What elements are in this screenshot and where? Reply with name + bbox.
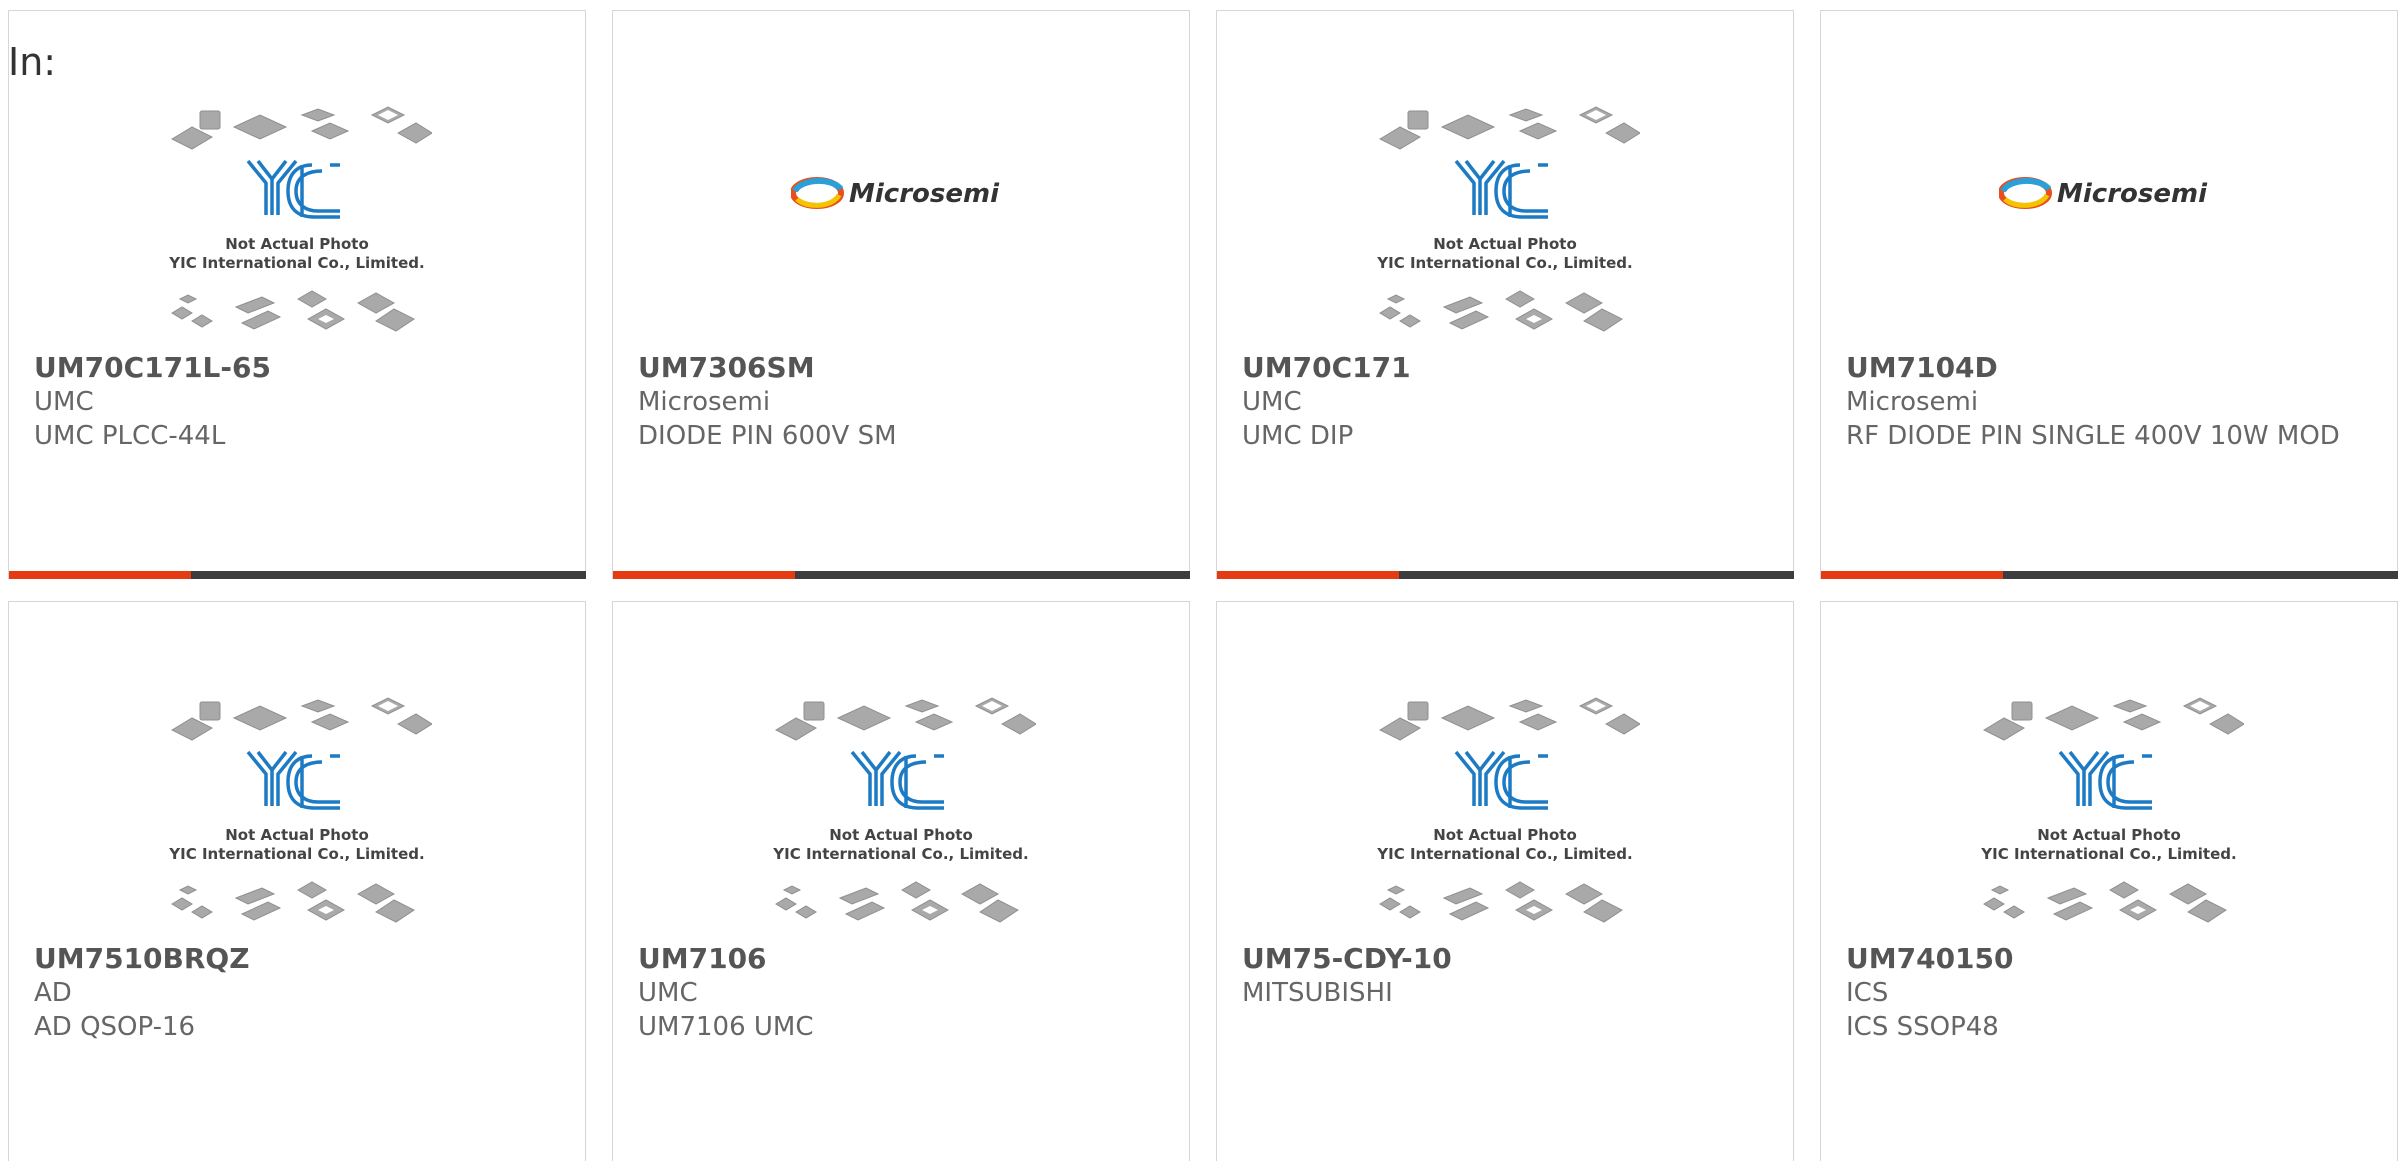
product-card[interactable]: Microsemi UM7306SM Microsemi DIODE PIN 600…: [612, 10, 1190, 579]
product-grid: Not Actual Photo YIC International Co., …: [8, 10, 2400, 1161]
part-number-link[interactable]: UM7104D: [1846, 351, 2372, 385]
microsemi-logo-image: Microsemi: [791, 177, 1000, 209]
product-info: UM75-CDY-10 MITSUBISHI: [1242, 942, 1768, 1010]
product-thumbnail[interactable]: Not Actual Photo YIC International Co., …: [613, 690, 1189, 952]
card-bottom-bar: [1217, 571, 1794, 579]
card-accent-bar: [9, 571, 191, 579]
card-accent-bar: [613, 571, 795, 579]
part-number-link[interactable]: UM70C171L-65: [34, 351, 560, 385]
product-card[interactable]: Not Actual Photo YIC International Co., …: [1820, 601, 2398, 1161]
part-number-link[interactable]: UM740150: [1846, 942, 2372, 976]
manufacturer-name: MITSUBISHI: [1242, 978, 1393, 1008]
placeholder-caption-line1: Not Actual Photo: [225, 826, 369, 844]
product-description: ICS SSOP48: [1846, 1012, 1999, 1042]
placeholder-caption-line2: YIC International Co., Limited.: [1980, 845, 2236, 863]
part-number-link[interactable]: UM75-CDY-10: [1242, 942, 1768, 976]
card-bottom-bar: [1821, 571, 2398, 579]
product-info: UM7510BRQZ AD AD QSOP-16: [34, 942, 560, 1044]
manufacturer-name: Microsemi: [1846, 387, 1979, 417]
product-card[interactable]: Not Actual Photo YIC International Co., …: [612, 601, 1190, 1161]
product-info: UM740150 ICS ICS SSOP48: [1846, 942, 2372, 1044]
product-thumbnail[interactable]: Not Actual Photo YIC International Co., …: [1217, 690, 1793, 952]
product-description: RF DIODE PIN SINGLE 400V 10W MOD: [1846, 421, 2340, 451]
product-description: UM7106 UMC: [638, 1012, 814, 1042]
placeholder-caption-line1: Not Actual Photo: [1433, 235, 1577, 253]
product-thumbnail[interactable]: Microsemi: [1821, 99, 2397, 361]
placeholder-caption-line2: YIC International Co., Limited.: [772, 845, 1028, 863]
product-thumbnail[interactable]: Not Actual Photo YIC International Co., …: [1821, 690, 2397, 952]
product-card[interactable]: Not Actual Photo YIC International Co., …: [8, 601, 586, 1161]
placeholder-caption-line1: Not Actual Photo: [2037, 826, 2181, 844]
microsemi-logo-text: Microsemi: [849, 179, 1000, 209]
placeholder-caption-line1: Not Actual Photo: [1433, 826, 1577, 844]
product-info: UM7104D Microsemi RF DIODE PIN SINGLE 400V…: [1846, 351, 2372, 453]
product-description: UMC PLCC-44L: [34, 421, 226, 451]
yic-placeholder-image: Not Actual Photo YIC International Co., …: [1376, 697, 1640, 923]
placeholder-caption-line1: Not Actual Photo: [829, 826, 973, 844]
card-bottom-bar: [9, 571, 586, 579]
filter-label: In:: [8, 40, 57, 84]
product-thumbnail[interactable]: Microsemi: [613, 99, 1189, 361]
product-info: UM7106 UMC UM7106 UMC: [638, 942, 1164, 1044]
placeholder-caption-line2: YIC International Co., Limited.: [1376, 845, 1632, 863]
manufacturer-name: UMC: [34, 387, 94, 417]
product-description: AD QSOP-16: [34, 1012, 196, 1042]
product-info: UM70C171L-65 UMC UMC PLCC-44L: [34, 351, 560, 453]
manufacturer-name: UMC: [1242, 387, 1302, 417]
manufacturer-name: AD: [34, 978, 72, 1008]
placeholder-caption-line2: YIC International Co., Limited.: [1376, 254, 1632, 272]
manufacturer-name: ICS: [1846, 978, 1889, 1008]
microsemi-logo-text: Microsemi: [2057, 179, 2208, 209]
placeholder-caption-line2: YIC International Co., Limited.: [168, 845, 424, 863]
placeholder-caption-line1: Not Actual Photo: [225, 235, 369, 253]
part-number-link[interactable]: UM7306SM: [638, 351, 1164, 385]
yic-placeholder-image: Not Actual Photo YIC International Co., …: [1376, 106, 1640, 332]
product-card[interactable]: Microsemi UM7104D Microsemi RF DIODE PIN S…: [1820, 10, 2398, 579]
product-thumbnail[interactable]: Not Actual Photo YIC International Co., …: [9, 99, 585, 361]
yic-placeholder-image: Not Actual Photo YIC International Co., …: [168, 106, 432, 332]
product-card[interactable]: Not Actual Photo YIC International Co., …: [8, 10, 586, 579]
product-listing-page: In: Not Actual Photo YIC International C…: [0, 0, 2400, 1161]
manufacturer-name: Microsemi: [638, 387, 771, 417]
product-info: UM70C171 UMC UMC DIP: [1242, 351, 1768, 453]
product-thumbnail[interactable]: Not Actual Photo YIC International Co., …: [1217, 99, 1793, 361]
yic-placeholder-image: Not Actual Photo YIC International Co., …: [168, 697, 432, 923]
part-number-link[interactable]: UM70C171: [1242, 351, 1768, 385]
yic-placeholder-image: Not Actual Photo YIC International Co., …: [772, 697, 1036, 923]
product-description: DIODE PIN 600V SM: [638, 421, 897, 451]
product-description: UMC DIP: [1242, 421, 1354, 451]
manufacturer-name: UMC: [638, 978, 698, 1008]
part-number-link[interactable]: UM7106: [638, 942, 1164, 976]
product-card[interactable]: Not Actual Photo YIC International Co., …: [1216, 10, 1794, 579]
product-card[interactable]: Not Actual Photo YIC International Co., …: [1216, 601, 1794, 1161]
product-thumbnail[interactable]: Not Actual Photo YIC International Co., …: [9, 690, 585, 952]
yic-placeholder-image: Not Actual Photo YIC International Co., …: [1980, 697, 2244, 923]
card-accent-bar: [1217, 571, 1399, 579]
card-accent-bar: [1821, 571, 2003, 579]
card-bottom-bar: [613, 571, 1190, 579]
part-number-link[interactable]: UM7510BRQZ: [34, 942, 560, 976]
placeholder-caption-line2: YIC International Co., Limited.: [168, 254, 424, 272]
microsemi-logo-image: Microsemi: [1999, 177, 2208, 209]
product-info: UM7306SM Microsemi DIODE PIN 600V SM: [638, 351, 1164, 453]
